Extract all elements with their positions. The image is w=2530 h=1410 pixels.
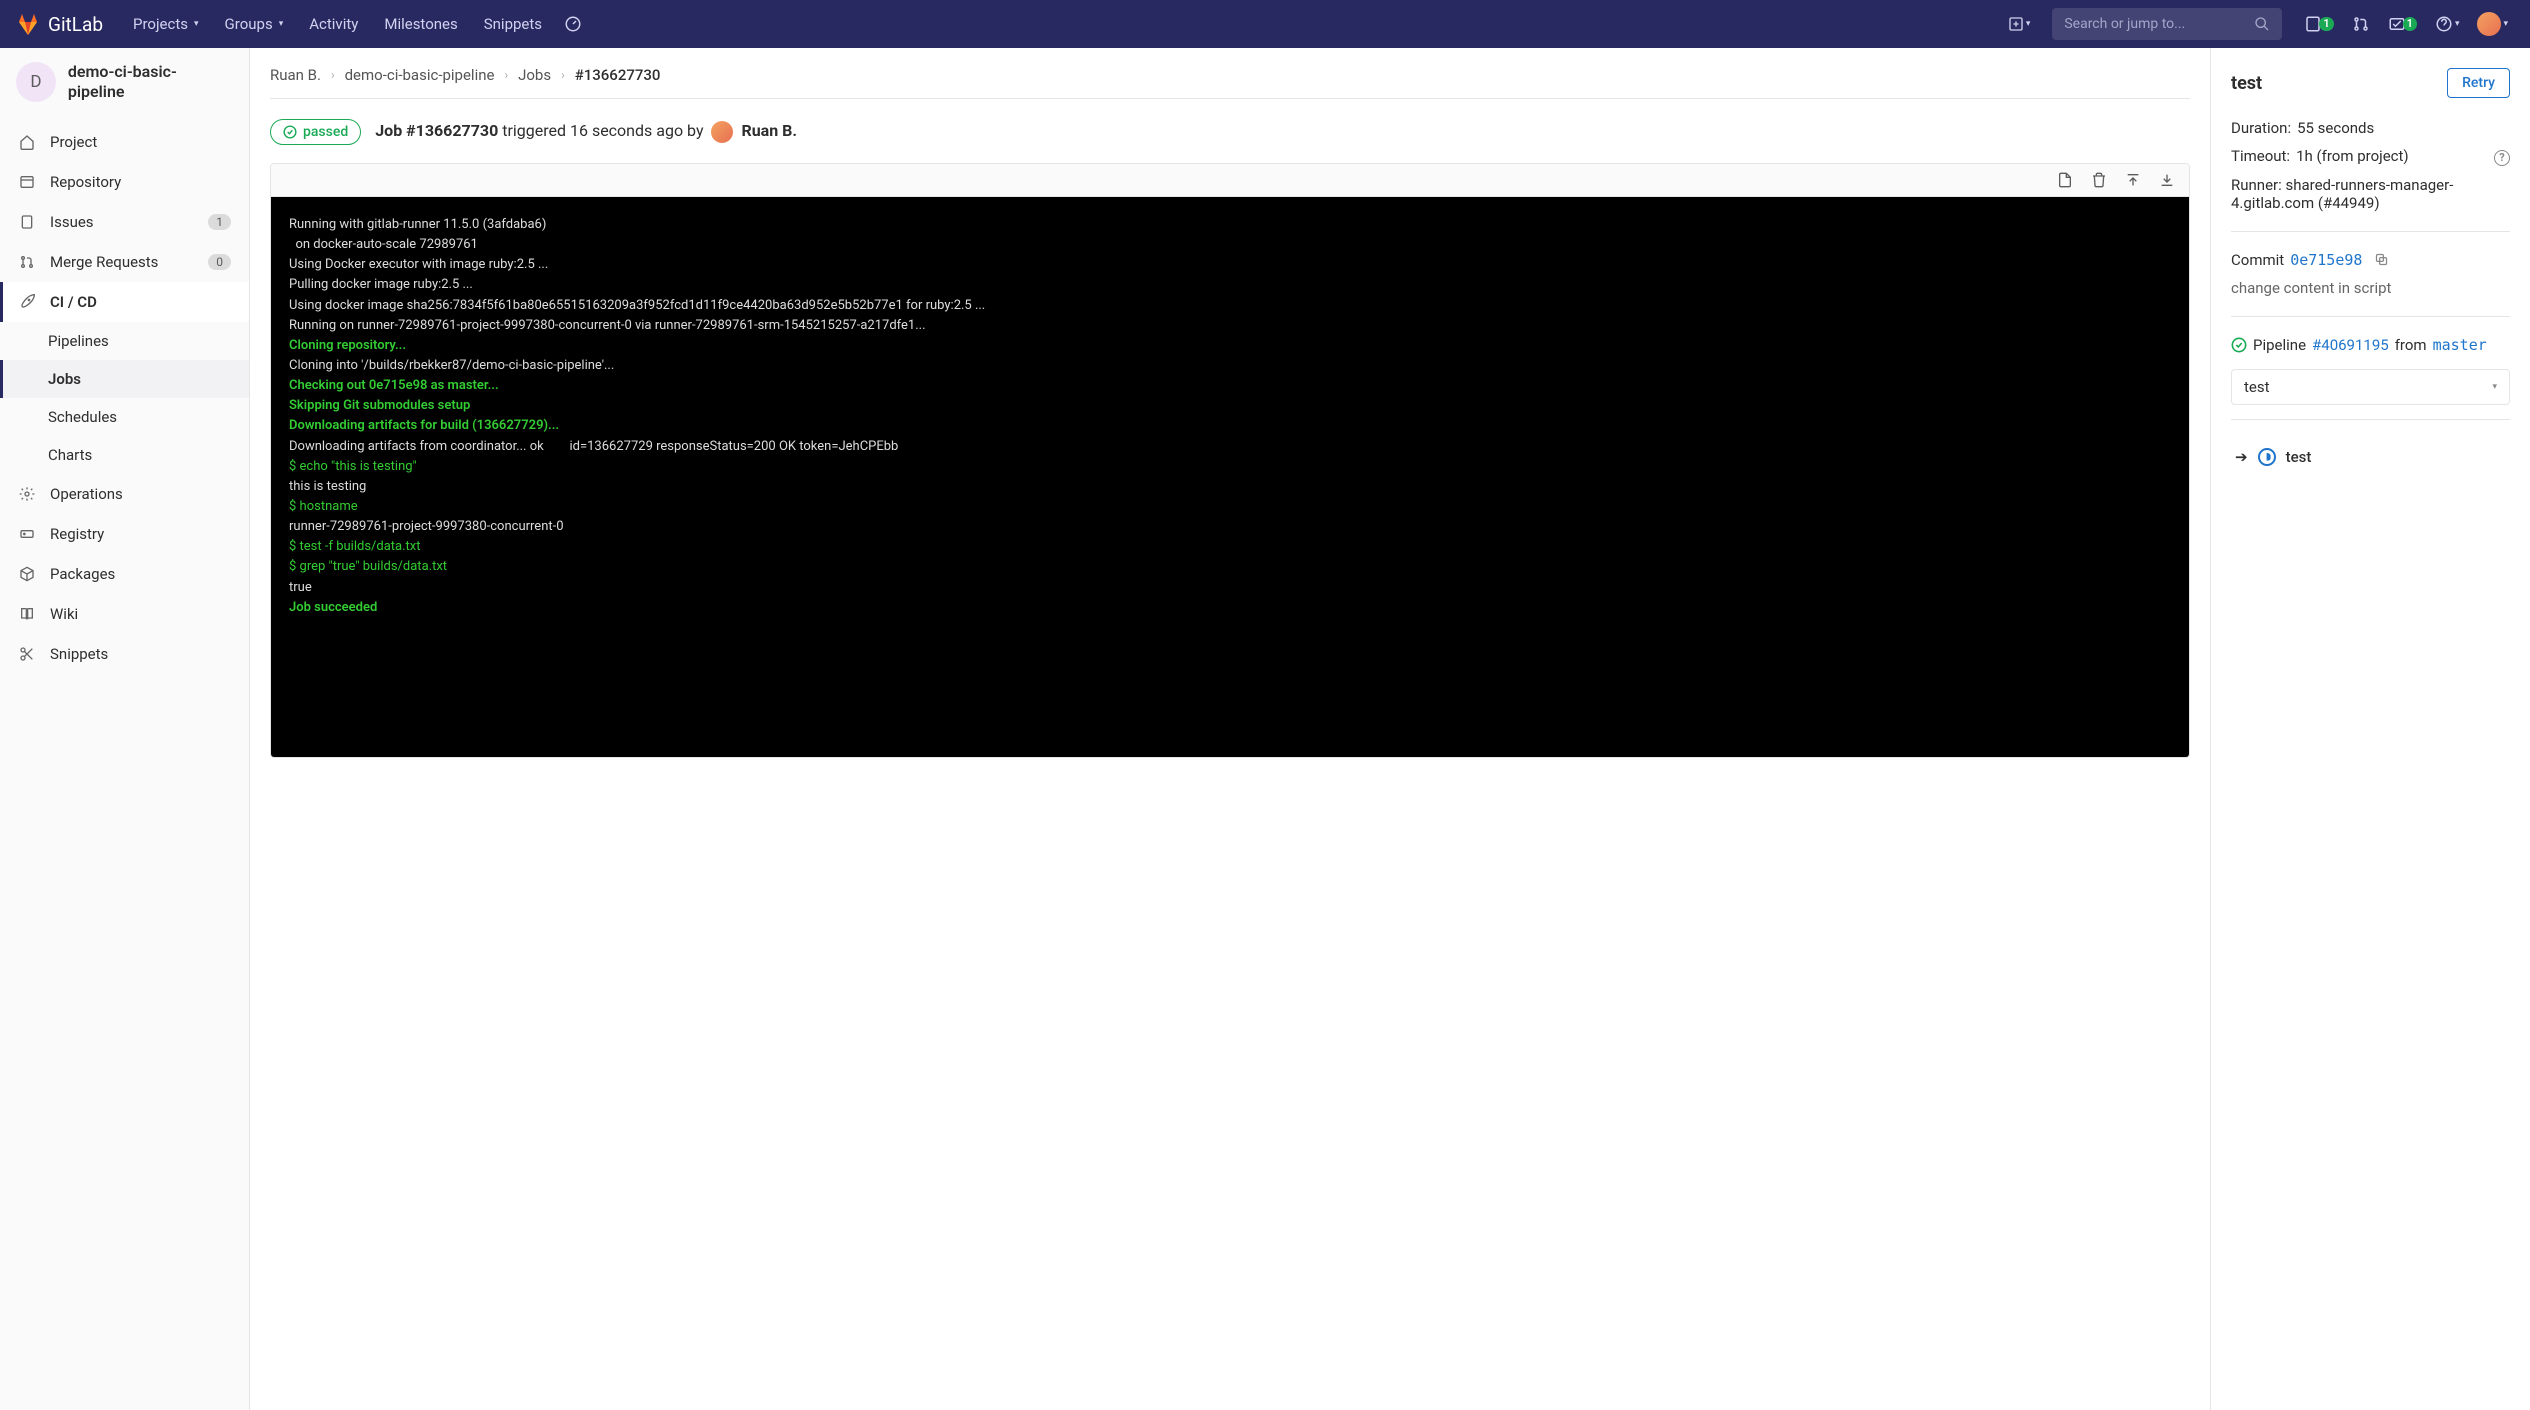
current-job-item[interactable]: ➔ test <box>2231 434 2510 480</box>
sidebar: D demo-ci-basic-pipeline Project Reposit… <box>0 48 250 1410</box>
project-name: demo-ci-basic-pipeline <box>68 62 233 102</box>
gitlab-logo[interactable]: GitLab <box>16 12 103 36</box>
search-input[interactable] <box>2064 16 2254 32</box>
scissors-icon <box>18 645 36 663</box>
stage-select[interactable]: test ▾ <box>2231 369 2510 405</box>
sidebar-jobs[interactable]: Jobs <box>0 360 249 398</box>
merge-requests-icon[interactable] <box>2346 9 2376 39</box>
commit-message: change content in script <box>2231 274 2510 302</box>
home-icon <box>18 133 36 151</box>
folder-icon <box>18 173 36 191</box>
nav-snippets[interactable]: Snippets <box>474 7 552 41</box>
status-passed-badge: passed <box>270 119 361 145</box>
project-header[interactable]: D demo-ci-basic-pipeline <box>0 48 249 116</box>
issues-icon[interactable]: 1 <box>2298 9 2339 39</box>
plus-icon[interactable]: ▾ <box>2002 10 2037 38</box>
help-icon[interactable]: ▾ <box>2429 9 2466 39</box>
nav-milestones[interactable]: Milestones <box>374 7 467 41</box>
sidebar-wiki[interactable]: Wiki <box>0 594 249 634</box>
brand-text: GitLab <box>48 13 103 36</box>
pipeline-link[interactable]: #40691195 <box>2312 336 2389 354</box>
user-avatar[interactable]: ▾ <box>2471 6 2514 42</box>
scroll-top-icon[interactable] <box>2125 172 2141 188</box>
issues-count: 1 <box>208 214 231 230</box>
nav-activity[interactable]: Activity <box>299 7 368 41</box>
search-icon <box>2254 16 2270 32</box>
chevron-right-icon: › <box>504 68 508 82</box>
chevron-down-icon: ▾ <box>2492 382 2497 392</box>
project-avatar: D <box>16 62 56 102</box>
sidebar-snippets[interactable]: Snippets <box>0 634 249 674</box>
sidebar-registry[interactable]: Registry <box>0 514 249 554</box>
disk-icon <box>18 525 36 543</box>
mr-icon <box>18 253 36 271</box>
breadcrumbs: Ruan B. › demo-ci-basic-pipeline › Jobs … <box>270 66 2190 99</box>
sidebar-merge-requests[interactable]: Merge Requests 0 <box>0 242 249 282</box>
copy-icon[interactable] <box>2374 252 2389 267</box>
sidebar-operations[interactable]: Operations <box>0 474 249 514</box>
rocket-icon <box>18 293 36 311</box>
nav-projects[interactable]: Projects▾ <box>123 7 209 41</box>
check-circle-icon <box>2231 337 2247 353</box>
scroll-bottom-icon[interactable] <box>2159 172 2175 188</box>
sidebar-project[interactable]: Project <box>0 122 249 162</box>
help-icon[interactable]: ? <box>2494 147 2510 166</box>
mr-count: 0 <box>208 254 231 270</box>
raw-log-icon[interactable] <box>2057 172 2073 188</box>
sidebar-schedules[interactable]: Schedules <box>48 398 249 436</box>
sidebar-charts[interactable]: Charts <box>48 436 249 474</box>
nav-groups[interactable]: Groups▾ <box>215 7 294 41</box>
crumb-project[interactable]: demo-ci-basic-pipeline <box>345 66 495 84</box>
ops-icon <box>18 485 36 503</box>
issues-icon <box>18 213 36 231</box>
sidebar-issues[interactable]: Issues 1 <box>0 202 249 242</box>
sidebar-pipelines[interactable]: Pipelines <box>48 322 249 360</box>
commit-row: Commit 0e715e98 <box>2231 246 2510 274</box>
issues-badge: 1 <box>2319 17 2333 31</box>
crumb-job: #136627730 <box>575 66 661 84</box>
details-panel: test Retry Duration: 55 seconds Timeout:… <box>2210 48 2530 1410</box>
user-avatar-icon <box>711 121 733 143</box>
terminal-panel: Running with gitlab-runner 11.5.0 (3afda… <box>270 163 2190 758</box>
running-status-icon <box>2258 448 2276 466</box>
pipeline-row: Pipeline #40691195 from master <box>2231 331 2510 359</box>
book-icon <box>18 605 36 623</box>
runner-row: Runner: shared-runners-manager-4.gitlab.… <box>2231 171 2510 217</box>
erase-log-icon[interactable] <box>2091 172 2107 188</box>
commit-sha-link[interactable]: 0e715e98 <box>2290 251 2362 269</box>
sidebar-packages[interactable]: Packages <box>0 554 249 594</box>
job-header: passed Job #136627730 triggered 16 secon… <box>270 99 2190 163</box>
crumb-section[interactable]: Jobs <box>518 66 551 84</box>
package-icon <box>18 565 36 583</box>
top-navbar: GitLab Projects▾ Groups▾ Activity Milest… <box>0 0 2530 48</box>
gauge-icon[interactable] <box>558 9 588 39</box>
chevron-right-icon: › <box>331 68 335 82</box>
retry-button[interactable]: Retry <box>2447 68 2510 98</box>
branch-link[interactable]: master <box>2433 336 2487 354</box>
todos-icon[interactable]: 1 <box>2382 9 2423 39</box>
todos-badge: 1 <box>2403 17 2417 31</box>
arrow-right-icon: ➔ <box>2235 448 2248 466</box>
crumb-user[interactable]: Ruan B. <box>270 66 321 84</box>
chevron-right-icon: › <box>561 68 565 82</box>
job-title: Job #136627730 triggered 16 seconds ago … <box>375 121 797 143</box>
sidebar-repository[interactable]: Repository <box>0 162 249 202</box>
duration-row: Duration: 55 seconds <box>2231 114 2510 142</box>
job-log[interactable]: Running with gitlab-runner 11.5.0 (3afda… <box>271 197 2189 757</box>
timeout-row: Timeout: 1h (from project)? <box>2231 142 2510 171</box>
check-circle-icon <box>283 125 297 139</box>
sidebar-cicd[interactable]: CI / CD <box>0 282 249 322</box>
job-name: test <box>2231 73 2262 94</box>
search-box[interactable] <box>2052 8 2282 40</box>
